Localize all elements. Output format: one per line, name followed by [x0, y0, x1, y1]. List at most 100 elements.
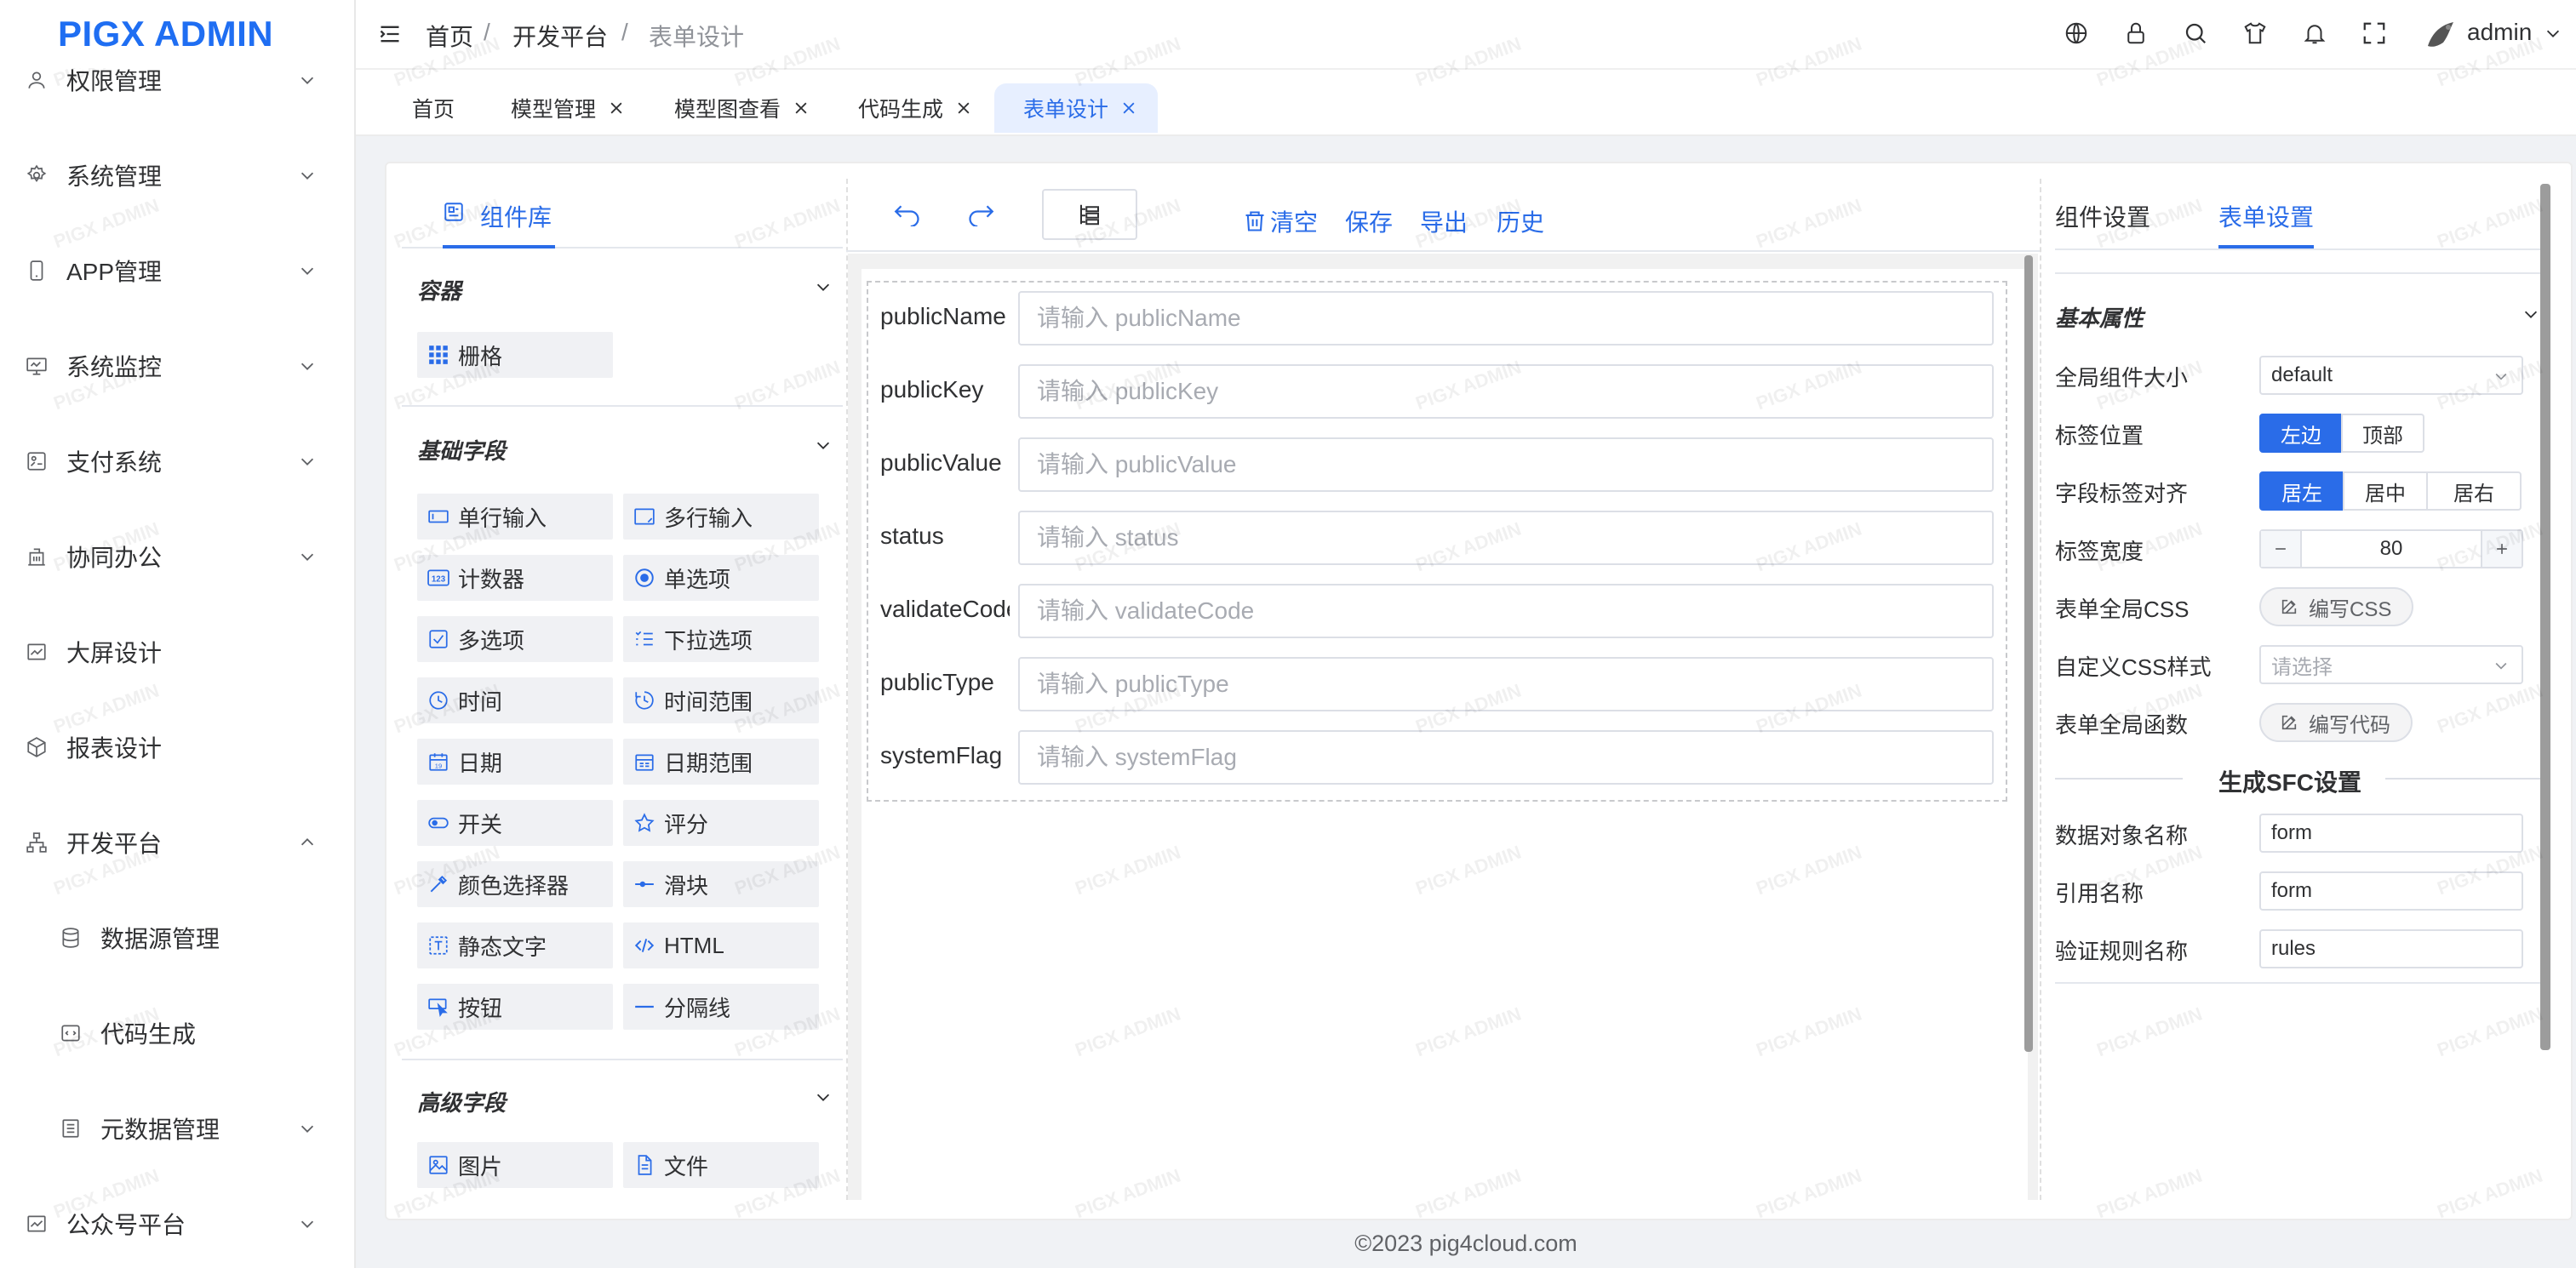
rules-name-input[interactable]	[2259, 929, 2523, 968]
tree-view-button[interactable]	[1042, 189, 1137, 240]
component-select[interactable]: 下拉选项	[623, 616, 819, 662]
lock-icon[interactable]	[2123, 20, 2150, 48]
sidebar-item-app[interactable]: APP管理	[0, 223, 354, 318]
component-image[interactable]: 图片	[417, 1142, 613, 1188]
size-select[interactable]: default	[2259, 356, 2523, 395]
form-field-publicValue[interactable]: publicValue	[868, 431, 2006, 499]
sidebar-item-payment[interactable]: 支付系统	[0, 414, 354, 509]
save-button[interactable]: 保存	[1345, 204, 1393, 238]
edit-css-button[interactable]: 编写CSS	[2259, 587, 2414, 626]
chevron-down-icon[interactable]	[814, 277, 833, 296]
redo-icon[interactable]	[965, 201, 996, 226]
sidebar-item-devplatform[interactable]: 开发平台	[0, 795, 354, 890]
component-html[interactable]: HTML	[623, 922, 819, 968]
tab-home[interactable]: 首页	[412, 83, 455, 133]
undo-icon[interactable]	[892, 201, 923, 226]
sidebar-item-wechat[interactable]: 公众号平台	[0, 1176, 354, 1268]
close-icon[interactable]	[608, 100, 625, 117]
chevron-down-icon[interactable]	[2544, 24, 2564, 44]
chevron-down-icon[interactable]	[2522, 305, 2540, 323]
sidebar-item-office[interactable]: 协同办公	[0, 509, 354, 604]
data-object-input[interactable]	[2259, 814, 2523, 853]
clear-button[interactable]: 清空	[1243, 204, 1318, 238]
label-position-top[interactable]: 顶部	[2341, 414, 2424, 453]
component-static-text[interactable]: 静态文字	[417, 922, 613, 968]
form-field-status[interactable]: status	[868, 504, 2006, 572]
status-input[interactable]	[1018, 511, 1994, 565]
systemFlag-input[interactable]	[1018, 730, 1994, 785]
tab-form-settings[interactable]: 表单设置	[2218, 199, 2315, 248]
component-switch[interactable]: 开关	[417, 800, 613, 846]
sidebar-item-monitor[interactable]: 系统监控	[0, 318, 354, 414]
component-button[interactable]: 按钮	[417, 984, 613, 1030]
component-time[interactable]: 时间	[417, 677, 613, 723]
bell-icon[interactable]	[2302, 20, 2329, 48]
component-input[interactable]: 单行输入	[417, 494, 613, 540]
sidebar-item-codegen[interactable]: 代码生成	[0, 985, 354, 1081]
label-align-right[interactable]: 居右	[2426, 471, 2522, 511]
component-time-range[interactable]: 时间范围	[623, 677, 819, 723]
search-icon[interactable]	[2183, 20, 2210, 48]
sidebar-item-datasource[interactable]: 数据源管理	[0, 890, 354, 985]
menu-fold-icon[interactable]	[378, 22, 402, 46]
avatar[interactable]	[2424, 17, 2459, 51]
component-rate[interactable]: 评分	[623, 800, 819, 846]
export-button[interactable]: 导出	[1420, 204, 1468, 238]
minus-button[interactable]	[2261, 531, 2302, 567]
user-name[interactable]: admin	[2467, 19, 2532, 46]
tab-form-design[interactable]: 表单设计	[994, 83, 1159, 133]
component-divider[interactable]: 分隔线	[623, 984, 819, 1030]
component-grid[interactable]: 栅格	[417, 332, 613, 378]
publicKey-input[interactable]	[1018, 364, 1994, 419]
publicName-input[interactable]	[1018, 291, 1994, 346]
tab-model-view[interactable]: 模型图查看	[674, 83, 810, 133]
tab-model-manage[interactable]: 模型管理	[511, 83, 625, 133]
form-field-validateCode[interactable]: validateCode	[868, 577, 2006, 645]
custom-css-select[interactable]: 请选择	[2259, 645, 2523, 684]
component-radio[interactable]: 单选项	[623, 555, 819, 601]
close-icon[interactable]	[955, 100, 972, 117]
tab-component-library[interactable]: 组件库	[443, 199, 556, 248]
canvas-scrollbar[interactable]	[2024, 255, 2033, 1052]
label-position-left[interactable]: 左边	[2259, 414, 2343, 453]
component-date-range[interactable]: 日期范围	[623, 739, 819, 785]
validateCode-input[interactable]	[1018, 584, 1994, 638]
theme-shirt-icon[interactable]	[2242, 20, 2270, 48]
component-date[interactable]: 19 日期	[417, 739, 613, 785]
settings-scrollbar[interactable]	[2540, 184, 2550, 1050]
form-field-systemFlag[interactable]: systemFlag	[868, 723, 2006, 791]
breadcrumb-devplatform[interactable]: 开发平台	[512, 19, 608, 53]
component-color-picker[interactable]: 颜色选择器	[417, 861, 613, 907]
component-number[interactable]: 123 计数器	[417, 555, 613, 601]
component-checkbox[interactable]: 多选项	[417, 616, 613, 662]
publicType-input[interactable]	[1018, 657, 1994, 711]
label-width-value[interactable]: 80	[2302, 531, 2481, 567]
sidebar-item-bigscreen[interactable]: 大屏设计	[0, 604, 354, 700]
component-textarea[interactable]: 多行输入	[623, 494, 819, 540]
fullscreen-icon[interactable]	[2361, 20, 2389, 48]
tab-label: 组件库	[480, 204, 552, 231]
label-align-center[interactable]: 居中	[2343, 471, 2428, 511]
edit-code-button[interactable]: 编写代码	[2259, 703, 2413, 742]
chevron-down-icon[interactable]	[814, 1088, 833, 1106]
tab-codegen[interactable]: 代码生成	[858, 83, 972, 133]
sidebar-item-metadata[interactable]: 元数据管理	[0, 1081, 354, 1176]
plus-button[interactable]	[2481, 531, 2522, 567]
breadcrumb-home[interactable]: 首页	[426, 19, 473, 53]
form-field-publicType[interactable]: publicType	[868, 650, 2006, 718]
tab-component-settings[interactable]: 组件设置	[2055, 199, 2150, 248]
close-icon[interactable]	[1120, 100, 1137, 117]
sidebar-item-system[interactable]: 系统管理	[0, 128, 354, 223]
label-align-left[interactable]: 居左	[2259, 471, 2344, 511]
sidebar-item-report[interactable]: 报表设计	[0, 700, 354, 795]
chevron-down-icon[interactable]	[814, 436, 833, 454]
component-file[interactable]: 文件	[623, 1142, 819, 1188]
close-icon[interactable]	[793, 100, 810, 117]
form-field-publicKey[interactable]: publicKey	[868, 357, 2006, 426]
publicValue-input[interactable]	[1018, 437, 1994, 492]
language-icon[interactable]	[2064, 20, 2091, 48]
ref-name-input[interactable]	[2259, 871, 2523, 911]
component-slider[interactable]: 滑块	[623, 861, 819, 907]
history-button[interactable]: 历史	[1497, 204, 1544, 238]
form-field-publicName[interactable]: publicName	[868, 284, 2006, 352]
